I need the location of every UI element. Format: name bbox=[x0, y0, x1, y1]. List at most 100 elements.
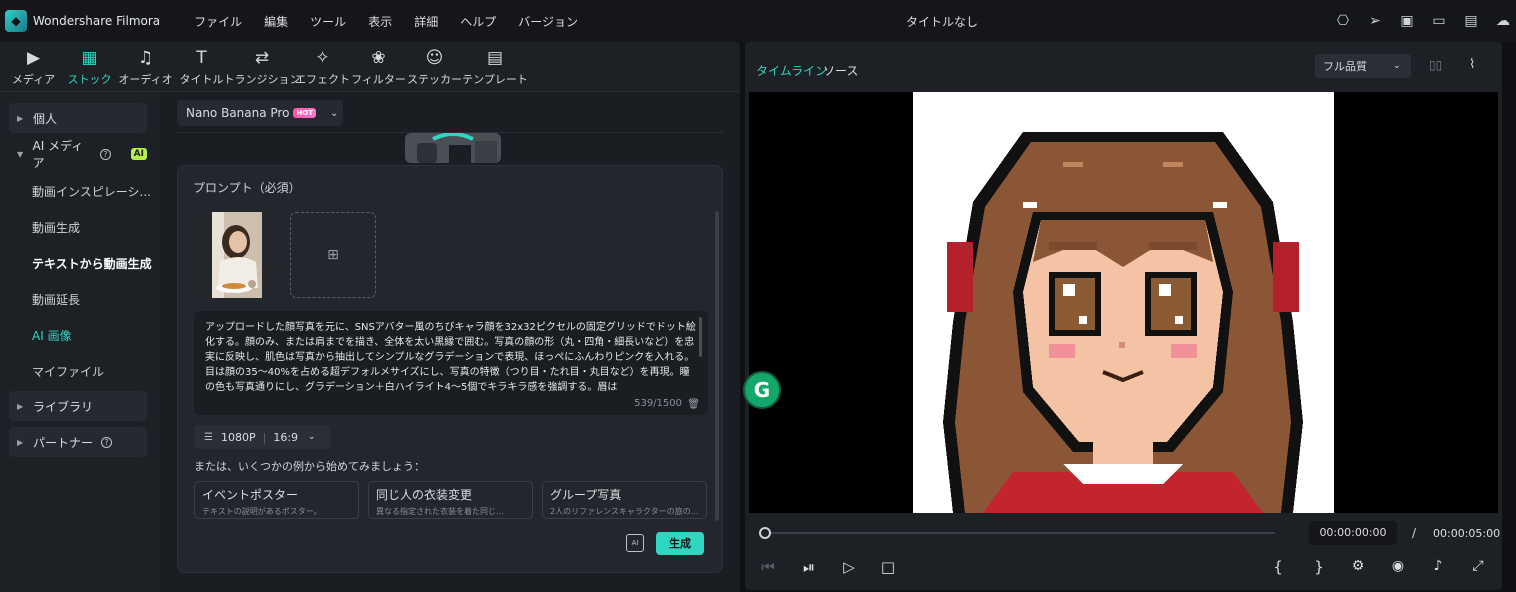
tab-label: オーディオ bbox=[118, 73, 173, 86]
save-icon[interactable]: ▤ bbox=[1462, 12, 1480, 30]
sidebar-group-library[interactable]: ▶ ライブラリ bbox=[9, 391, 147, 421]
sidebar-group-ai-media[interactable]: ▼ AI メディア ? AI bbox=[9, 139, 147, 170]
effect-icon: ✧ bbox=[315, 48, 330, 68]
tab-template[interactable]: ▤ テンプレート bbox=[462, 42, 528, 91]
menu-file[interactable]: ファイル bbox=[194, 13, 242, 30]
current-time[interactable]: 00:00:00:00 bbox=[1309, 521, 1397, 545]
tab-sticker[interactable]: ☺ ステッカー bbox=[407, 42, 462, 91]
ai-prompt-icon[interactable]: AI bbox=[626, 534, 644, 552]
example-card-outfit-change[interactable]: 同じ人の衣装変更 異なる指定された衣装を着た同じ... bbox=[368, 481, 533, 519]
tab-stock[interactable]: ▦ ストック bbox=[62, 42, 117, 91]
prompt-scrollbar[interactable] bbox=[699, 317, 702, 357]
filmora-logo-icon: ◆ bbox=[5, 10, 27, 32]
menu-edit[interactable]: 編集 bbox=[264, 13, 288, 30]
title-bar-icons: ⎔ ➢ ▣ ▭ ▤ ☁ bbox=[1320, 12, 1512, 30]
preview-image bbox=[913, 92, 1334, 513]
sidebar-group-label: パートナー bbox=[33, 435, 94, 450]
prompt-textarea[interactable]: アップロードした顔写真を元に、SNSアバター風のちびキャラ顔を32x32ピクセル… bbox=[194, 311, 708, 415]
title-bar: ◆ Wondershare Filmora ファイル 編集 ツール 表示 詳細 … bbox=[0, 0, 1516, 42]
send-icon[interactable]: ➢ bbox=[1366, 12, 1384, 30]
tab-filter[interactable]: ❀ フィルター bbox=[351, 42, 406, 91]
example-card-event-poster[interactable]: イベントポスター テキストの説明があるポスター。 bbox=[194, 481, 359, 519]
grammarly-icon[interactable]: G bbox=[743, 371, 781, 409]
mark-in-icon[interactable]: { bbox=[1268, 558, 1288, 576]
tab-label: エフェクト bbox=[295, 73, 350, 86]
mark-out-icon[interactable]: } bbox=[1309, 558, 1329, 576]
stock-sidebar: ▶ 個人 ▼ AI メディア ? AI 動画インスピレーシ... 動画生成 テキ… bbox=[0, 93, 162, 592]
menu-bar: ファイル 編集 ツール 表示 詳細 ヘルプ バージョン bbox=[194, 13, 600, 30]
ai-image-content: Nano Banana Pro HOT ⌄ プロンプト（必須） ⊞ アップロード… bbox=[163, 93, 740, 592]
separator: | bbox=[262, 430, 267, 444]
app-name: Wondershare Filmora bbox=[33, 14, 161, 28]
sidebar-group-partner[interactable]: ▶ パートナー ? bbox=[9, 427, 147, 457]
media-panel: ▶ メディア ▦ ストック ♫ オーディオ T タイトル ⇄ トランジション ✧… bbox=[0, 42, 740, 592]
menu-help[interactable]: ヘルプ bbox=[460, 13, 496, 30]
add-image-button[interactable]: ⊞ bbox=[290, 212, 376, 298]
play-icon[interactable]: ▷ bbox=[839, 558, 859, 576]
menu-tools[interactable]: ツール bbox=[310, 13, 346, 30]
sidebar-group-label: ライブラリ bbox=[33, 399, 94, 414]
tab-timeline[interactable]: タイムライン bbox=[756, 62, 827, 79]
gift-icon[interactable]: ⎔ bbox=[1334, 12, 1352, 30]
resolution-aspect-select[interactable]: ☰ 1080P | 16:9 ⌄ bbox=[194, 425, 330, 449]
model-select[interactable]: Nano Banana Pro HOT ⌄ bbox=[177, 100, 343, 126]
tab-label: トランジション bbox=[223, 73, 301, 86]
sidebar-group-personal[interactable]: ▶ 個人 bbox=[9, 103, 147, 133]
scrollbar[interactable] bbox=[715, 211, 719, 521]
help-icon[interactable]: ? bbox=[101, 436, 113, 448]
examples-title: または、いくつかの例から始めてみましょう： bbox=[194, 460, 425, 473]
example-desc: テキストの説明があるポスター。 bbox=[202, 507, 322, 516]
example-title: 同じ人の衣装変更 bbox=[376, 488, 473, 502]
waveform-icon[interactable]: ⌇ bbox=[1469, 57, 1475, 72]
time-separator: / bbox=[1412, 526, 1417, 540]
caret-down-icon: ▼ bbox=[17, 149, 24, 159]
model-name: Nano Banana Pro bbox=[186, 106, 290, 120]
title-icon: T bbox=[196, 48, 207, 68]
progress-knob[interactable] bbox=[759, 527, 771, 539]
trash-icon[interactable]: 🗑 bbox=[687, 399, 700, 410]
prompt-text[interactable]: アップロードした顔写真を元に、SNSアバター風のちびキャラ顔を32x32ピクセル… bbox=[205, 320, 697, 395]
tab-media[interactable]: ▶ メディア bbox=[6, 42, 61, 91]
snapshot-icon[interactable]: ◉ bbox=[1388, 558, 1408, 574]
stock-icon: ▦ bbox=[81, 48, 98, 68]
tab-title[interactable]: T タイトル bbox=[174, 42, 229, 91]
sidebar-item-video-inspiration[interactable]: 動画インスピレーシ... bbox=[32, 183, 151, 200]
notes-icon[interactable]: ▣ bbox=[1398, 12, 1416, 30]
progress-track[interactable] bbox=[765, 532, 1275, 534]
menu-version[interactable]: バージョン bbox=[518, 13, 578, 30]
sidebar-group-label: 個人 bbox=[33, 111, 58, 126]
stop-icon[interactable]: □ bbox=[878, 558, 898, 576]
char-count: 539/1500 bbox=[634, 398, 682, 409]
volume-icon[interactable]: ♪ bbox=[1428, 558, 1448, 574]
help-icon[interactable]: ? bbox=[100, 148, 111, 160]
quality-select[interactable]: フル品質 ⌄ bbox=[1315, 54, 1411, 78]
tab-transition[interactable]: ⇄ トランジション bbox=[224, 42, 301, 91]
prev-frame-icon[interactable]: ⏮ bbox=[758, 558, 778, 576]
tab-source[interactable]: ソース bbox=[823, 62, 858, 79]
sidebar-item-ai-image[interactable]: AI 画像 bbox=[32, 327, 72, 344]
sidebar-item-my-files[interactable]: マイファイル bbox=[32, 363, 104, 380]
menu-view[interactable]: 表示 bbox=[368, 13, 392, 30]
sidebar-item-text-to-video[interactable]: テキストから動画生成 bbox=[32, 255, 152, 272]
sidebar-item-video-extend[interactable]: 動画延長 bbox=[32, 291, 80, 308]
sidebar-item-video-generation[interactable]: 動画生成 bbox=[32, 219, 80, 236]
generate-button[interactable]: 生成 bbox=[656, 532, 704, 555]
media-icon: ▶ bbox=[26, 48, 41, 68]
tab-effect[interactable]: ✧ エフェクト bbox=[295, 42, 350, 91]
layout-icon[interactable]: ▭ bbox=[1430, 12, 1448, 30]
settings-icon[interactable]: ⚙ bbox=[1348, 558, 1368, 574]
cloud-upload-icon[interactable]: ☁ bbox=[1494, 12, 1512, 30]
sidebar-group-label: AI メディア bbox=[32, 139, 84, 170]
fullscreen-icon[interactable]: ⤢ bbox=[1468, 558, 1488, 574]
preview-area bbox=[749, 92, 1498, 513]
step-back-icon[interactable]: ⏯ bbox=[799, 558, 819, 576]
tab-audio[interactable]: ♫ オーディオ bbox=[118, 42, 173, 91]
reference-image[interactable] bbox=[194, 212, 280, 298]
grid-view-icon[interactable]: ▯▯ bbox=[1429, 58, 1442, 72]
tab-label: ステッカー bbox=[407, 73, 462, 86]
quality-value: フル品質 bbox=[1323, 60, 1367, 73]
example-title: イベントポスター bbox=[202, 488, 299, 502]
menu-advanced[interactable]: 詳細 bbox=[414, 13, 438, 30]
example-card-group-photo[interactable]: グループ写真 2人のリファレンスキャラクターの旅の... bbox=[542, 481, 707, 519]
template-icon: ▤ bbox=[486, 48, 504, 68]
